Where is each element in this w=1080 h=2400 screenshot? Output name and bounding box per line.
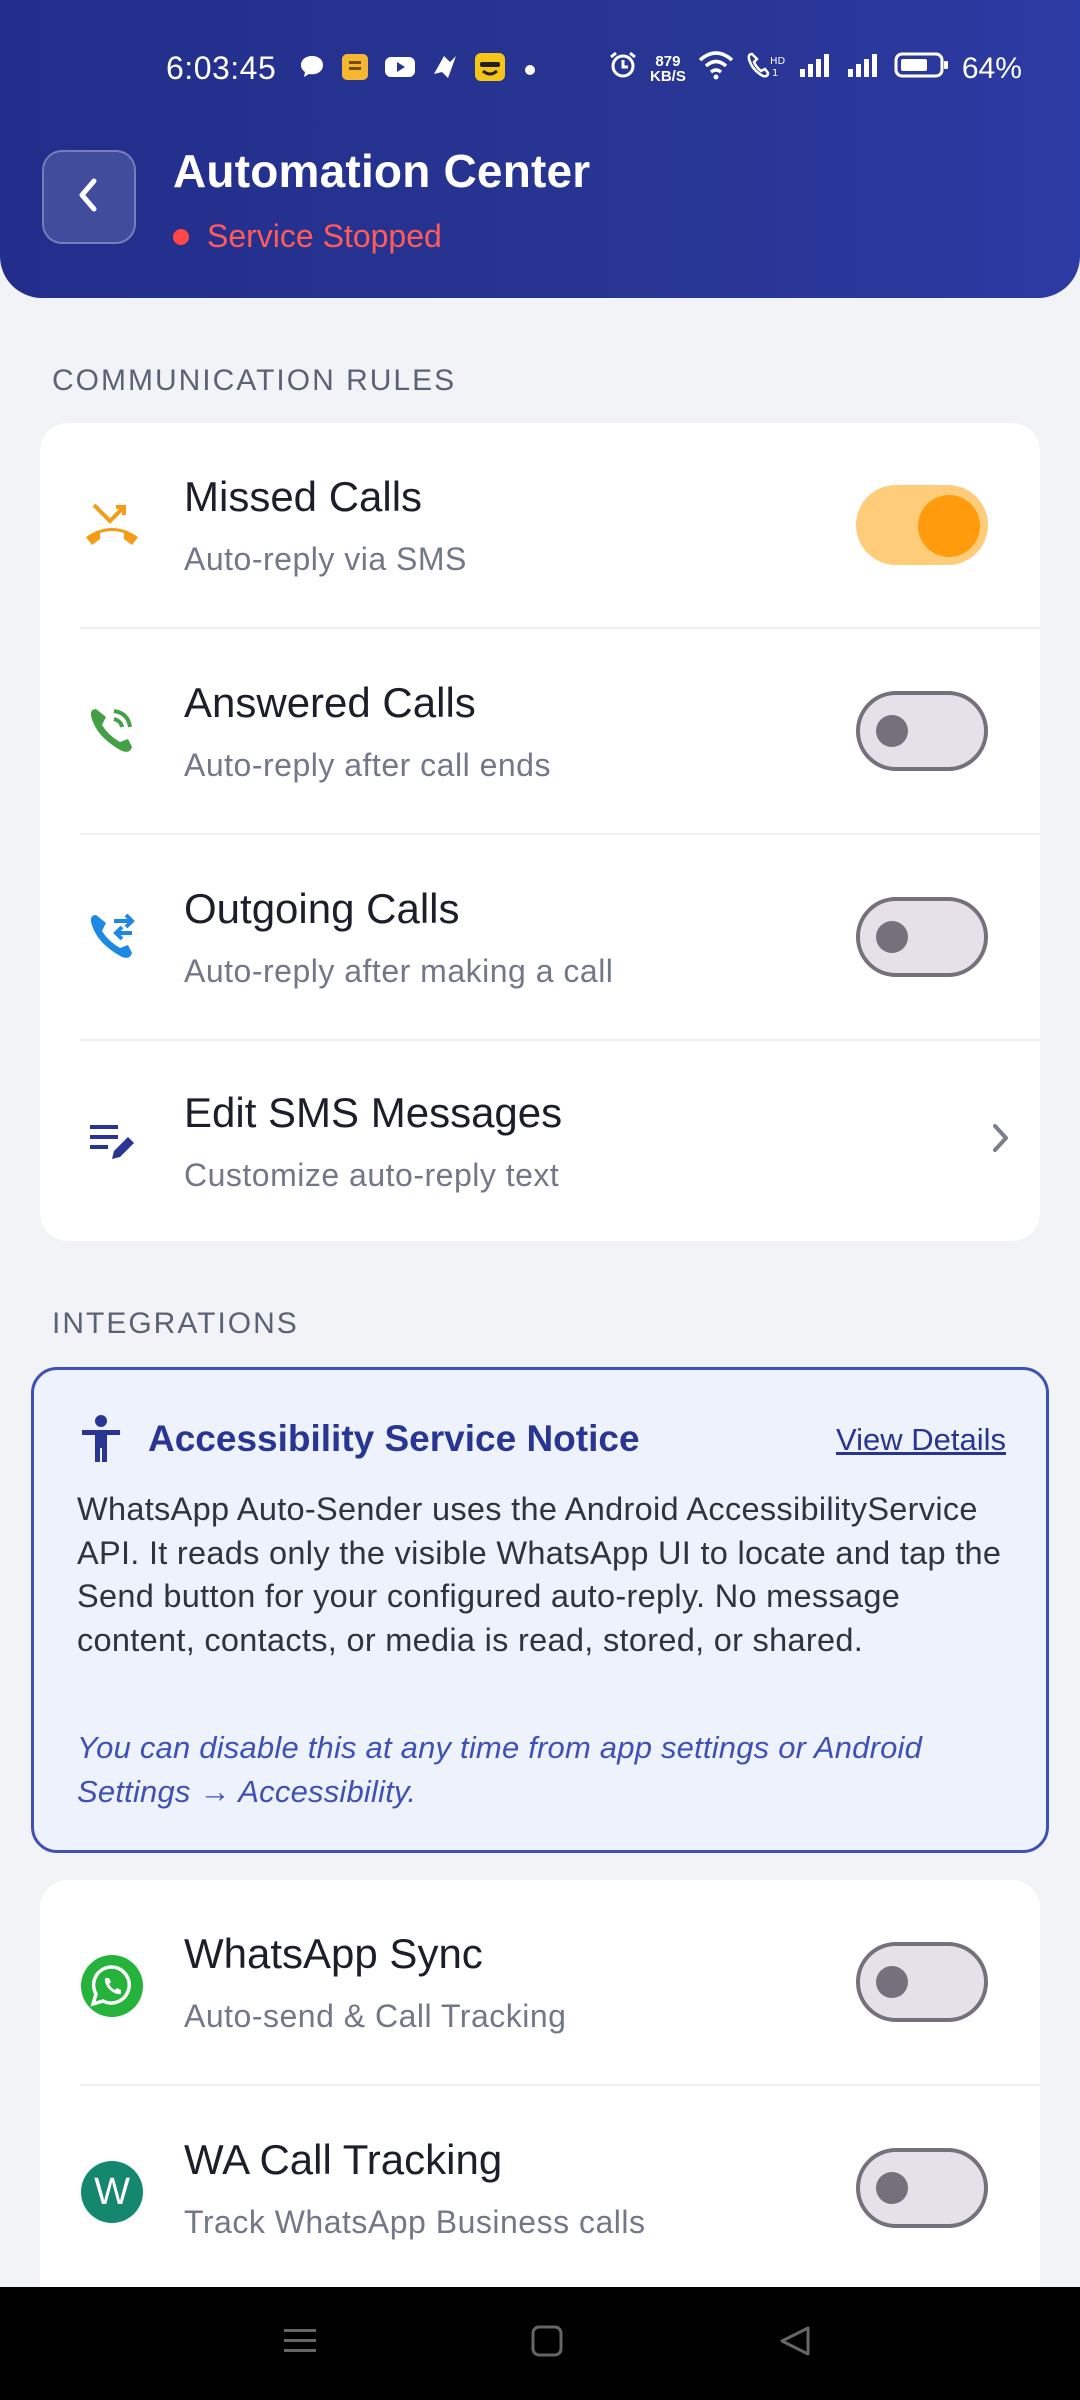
page-title: Automation Center [173,145,591,197]
accessibility-icon [78,1414,124,1469]
battery-icon [894,50,950,88]
integrations-card: WhatsApp Sync Auto-send & Call Tracking … [40,1880,1040,2287]
missed-calls-title: Missed Calls [184,473,423,520]
section-integrations: INTEGRATIONS [52,1307,299,1340]
wifi-icon [698,50,734,88]
wa-call-tracking-title: WA Call Tracking [184,2136,503,2183]
missed-calls-toggle[interactable] [856,485,988,565]
toggle-knob [918,495,980,557]
network-speed: 879 KB/S [650,54,686,84]
system-nav-bar [0,2287,1080,2400]
whatsapp-sync-row[interactable]: WhatsApp Sync Auto-send & Call Tracking [40,1880,1040,2086]
section-communication-rules: COMMUNICATION RULES [52,364,457,397]
wa-business-icon: W [78,2158,146,2226]
chat-bubble-icon [298,53,326,89]
outgoing-calls-toggle[interactable] [856,897,988,977]
missed-call-icon [78,491,146,559]
whatsapp-sync-toggle[interactable] [856,1942,988,2022]
net-speed-unit: KB/S [650,68,686,85]
home-square-icon [530,2324,564,2363]
status-time: 6:03:45 [166,50,277,86]
toggle-knob [876,715,908,747]
outgoing-calls-title: Outgoing Calls [184,885,460,932]
accessibility-notice: Accessibility Service Notice View Detail… [31,1367,1049,1853]
missed-calls-subtitle: Auto-reply via SMS [184,541,467,577]
notice-body: WhatsApp Auto-Sender uses the Android Ac… [77,1491,1002,1658]
battery-percent: 64% [961,52,1022,85]
communication-rules-card: Missed Calls Auto-reply via SMS Answered… [40,423,1040,1241]
missed-calls-row[interactable]: Missed Calls Auto-reply via SMS [40,423,1040,629]
toggle-knob [876,921,908,953]
youtube-icon [384,54,416,88]
wa-call-tracking-toggle[interactable] [856,2148,988,2228]
wa-business-letter: W [94,2170,130,2213]
chevron-left-icon [72,175,106,220]
bird-app-icon [430,52,460,90]
view-details-link[interactable]: View Details [836,1422,1006,1458]
edit-note-icon [78,1107,146,1175]
wa-call-tracking-subtitle: Track WhatsApp Business calls [184,2204,646,2240]
toggle-knob [876,1966,908,1998]
answered-calls-toggle[interactable] [856,691,988,771]
back-triangle-icon [778,2324,812,2363]
notice-note: You can disable this at any time from ap… [77,1730,923,1809]
outgoing-calls-subtitle: Auto-reply after making a call [184,953,614,989]
whatsapp-sync-subtitle: Auto-send & Call Tracking [184,1998,567,2034]
answered-call-icon [78,697,146,765]
emoji-app-icon [474,52,506,90]
outgoing-calls-row[interactable]: Outgoing Calls Auto-reply after making a… [40,835,1040,1041]
edit-sms-row[interactable]: Edit SMS Messages Customize auto-reply t… [40,1041,1040,1241]
service-status: Service Stopped [173,218,442,255]
note-app-icon [340,52,370,90]
dot-icon [520,54,540,88]
nav-menu-button[interactable] [250,2287,350,2400]
answered-calls-title: Answered Calls [184,679,476,726]
nav-back-button[interactable] [745,2287,845,2400]
whatsapp-sync-title: WhatsApp Sync [184,1930,483,1977]
answered-calls-subtitle: Auto-reply after call ends [184,747,551,783]
svg-text:HD: HD [770,56,786,67]
status-bar: 6:03:45 879 KB/S HD 1 64% [0,40,1080,96]
status-dot-icon [173,228,189,245]
back-button[interactable] [42,150,136,244]
edit-sms-subtitle: Customize auto-reply text [184,1157,560,1193]
menu-icon [282,2325,318,2362]
outgoing-call-icon [78,903,146,971]
signal-icon [798,51,834,87]
app-header: 6:03:45 879 KB/S HD 1 64% Automation Cen… [0,0,1080,298]
notice-title: Accessibility Service Notice [148,1418,640,1459]
answered-calls-row[interactable]: Answered Calls Auto-reply after call end… [40,629,1040,835]
edit-sms-title: Edit SMS Messages [184,1089,563,1136]
wa-call-tracking-row[interactable]: W WA Call Tracking Track WhatsApp Busine… [40,2086,1040,2287]
nav-home-button[interactable] [497,2287,597,2400]
alarm-icon [608,50,638,88]
service-status-text: Service Stopped [207,218,442,254]
svg-text:1: 1 [772,68,778,79]
whatsapp-icon [78,1952,146,2020]
chevron-right-icon [990,1121,1012,1160]
signal-icon [846,51,882,87]
volte-icon: HD 1 [746,50,786,88]
toggle-knob [876,2172,908,2204]
